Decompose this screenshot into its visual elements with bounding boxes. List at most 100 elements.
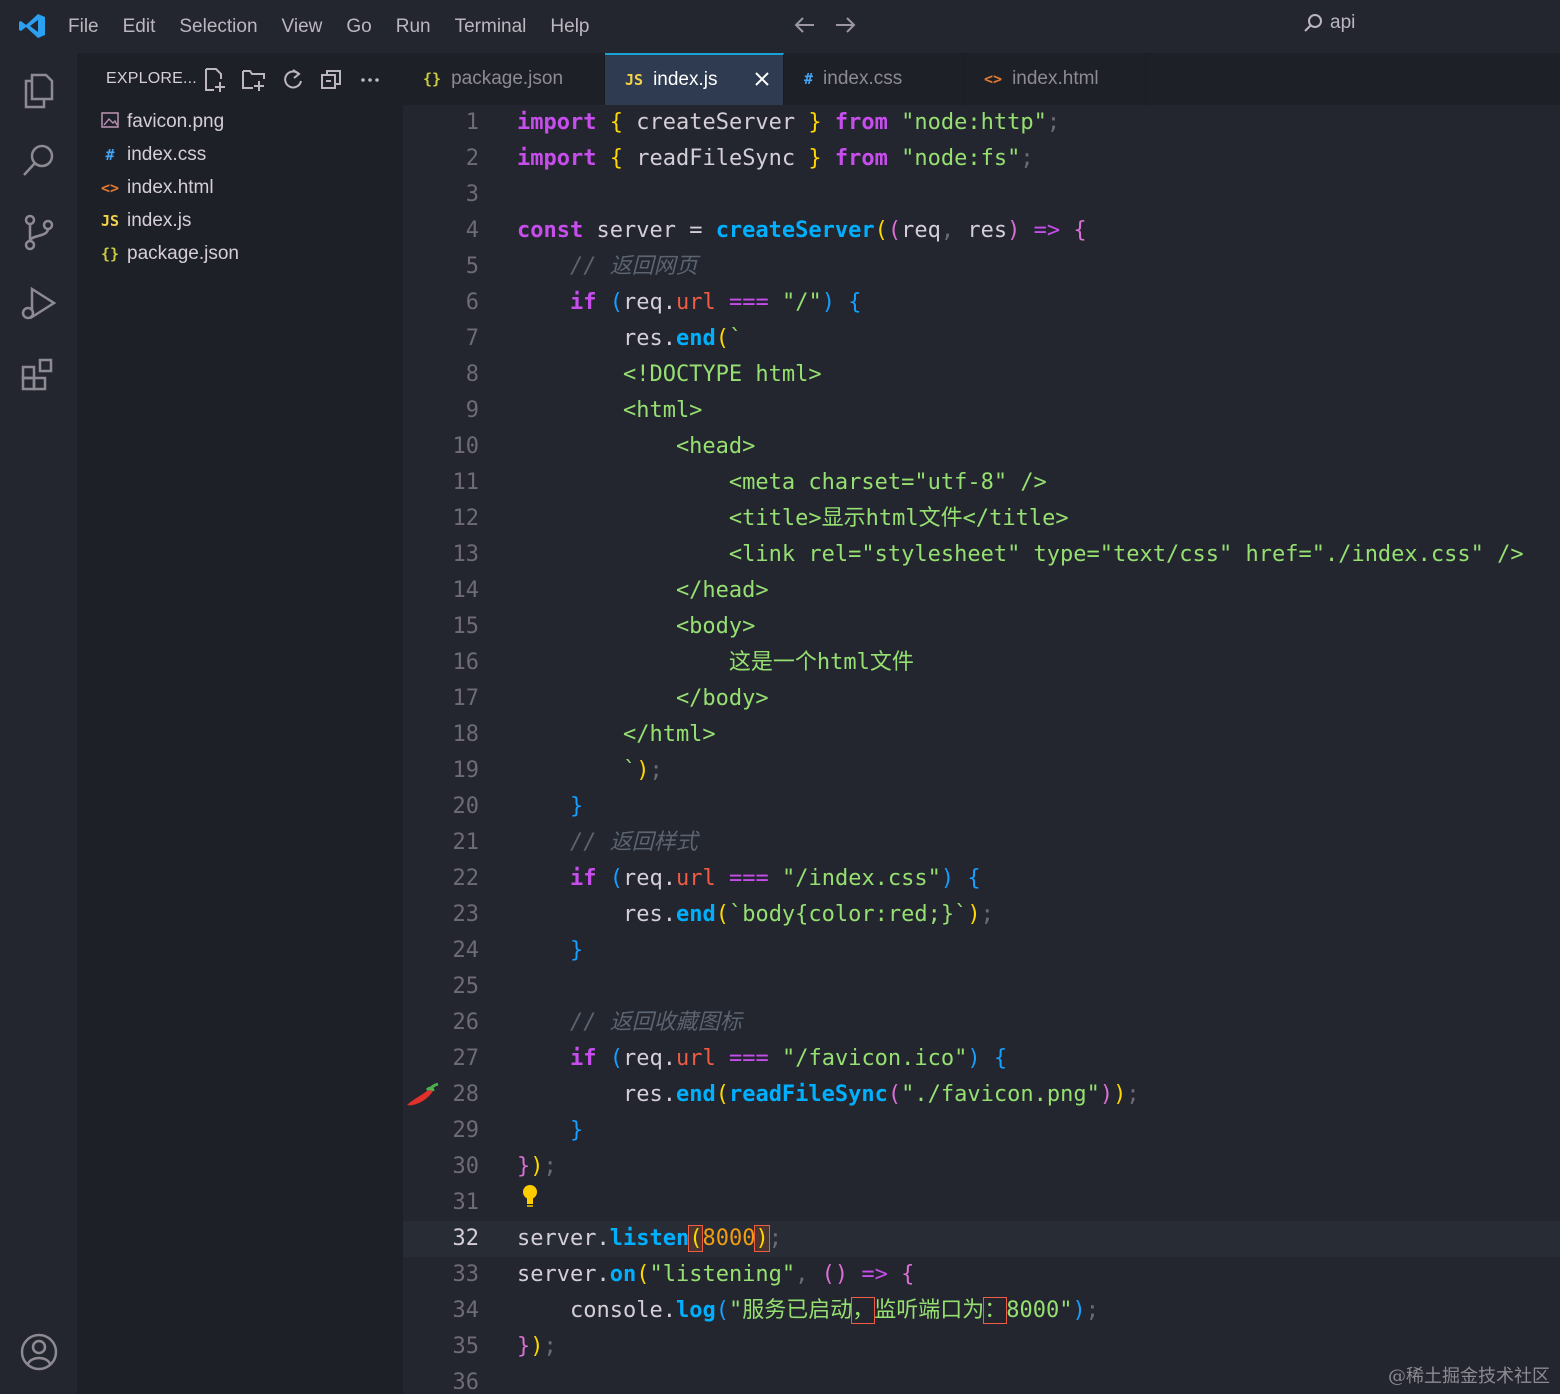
code-line[interactable]: 4 const server = createServer((req, res) … <box>403 213 1560 249</box>
menu-item-file[interactable]: File <box>56 16 111 38</box>
line-number: 3 <box>465 182 479 207</box>
code-text: `); <box>517 758 663 783</box>
code-line[interactable]: 5 // 返回网页 <box>403 249 1560 285</box>
line-number: 30 <box>452 1154 480 1179</box>
code-line[interactable]: 27 if (req.url === "/favicon.ico") { <box>403 1041 1560 1077</box>
menu-item-terminal[interactable]: Terminal <box>443 16 539 38</box>
menu-item-edit[interactable]: Edit <box>111 16 168 38</box>
code-line[interactable]: 28 res.end(readFileSync("./favicon.png")… <box>403 1077 1560 1113</box>
code-line[interactable]: 18 </html> <box>403 717 1560 753</box>
code-line[interactable]: 1 import { createServer } from "node:http… <box>403 105 1560 141</box>
code-line[interactable]: 32 server.listen(8000); <box>403 1221 1560 1257</box>
explorer-actions <box>201 66 384 93</box>
code-text: </head> <box>517 578 769 603</box>
pepper-breakpoint-icon[interactable] <box>403 1081 441 1109</box>
code-line[interactable]: 17 </body> <box>403 681 1560 717</box>
line-number: 21 <box>452 830 480 855</box>
code-line[interactable]: 22 if (req.url === "/index.css") { <box>403 861 1560 897</box>
source-control-icon[interactable] <box>18 211 60 253</box>
line-number: 27 <box>452 1046 480 1071</box>
code-text: import { createServer } from "node:http"… <box>517 110 1061 135</box>
code-line[interactable]: 29 } <box>403 1113 1560 1149</box>
file-type-icon: {} <box>423 70 442 88</box>
tab-index-css[interactable]: # index.css <box>784 53 964 105</box>
file-name: index.js <box>127 209 192 231</box>
code-line[interactable]: 6 if (req.url === "/") { <box>403 285 1560 321</box>
code-line[interactable]: 7 res.end(` <box>403 321 1560 357</box>
code-line[interactable]: 36 <box>403 1365 1560 1394</box>
code-line[interactable]: 3 <box>403 177 1560 213</box>
code-line[interactable]: 24 } <box>403 933 1560 969</box>
code-line[interactable]: 13 <link rel="stylesheet" type="text/css… <box>403 537 1560 573</box>
code-line[interactable]: 19 `); <box>403 753 1560 789</box>
tab-package-json[interactable]: {} package.json <box>403 53 605 105</box>
code-line[interactable]: 21 // 返回样式 <box>403 825 1560 861</box>
code-text: import { readFileSync } from "node:fs"; <box>517 146 1034 171</box>
line-number: 12 <box>452 506 480 531</box>
code-line[interactable]: 35}); <box>403 1329 1560 1365</box>
lightbulb-icon[interactable] <box>521 1184 539 1208</box>
code-line[interactable]: 30}); <box>403 1149 1560 1185</box>
activity-bar <box>0 53 77 1394</box>
line-number: 2 <box>465 146 479 171</box>
code-line[interactable]: 31 <box>403 1185 1560 1221</box>
forward-arrow-icon[interactable] <box>832 12 858 38</box>
line-number: 36 <box>452 1370 480 1394</box>
run-debug-icon[interactable] <box>18 283 60 325</box>
file-item[interactable]: JS index.js <box>77 204 403 237</box>
code-line[interactable]: 16 这是一个html文件 <box>403 645 1560 681</box>
menu-item-help[interactable]: Help <box>538 16 601 38</box>
tab-index-html[interactable]: <> index.html <box>964 53 1146 105</box>
menu-item-view[interactable]: View <box>270 16 335 38</box>
code-line[interactable]: 25 <box>403 969 1560 1005</box>
file-item[interactable]: # index.css <box>77 138 403 171</box>
line-number: 10 <box>452 434 480 459</box>
line-number: 35 <box>452 1334 480 1359</box>
code-line[interactable]: 20 } <box>403 789 1560 825</box>
code-line[interactable]: 12 <title>显示html文件</title> <box>403 501 1560 537</box>
navigation-arrows <box>792 12 858 38</box>
code-line[interactable]: 2 import { readFileSync } from "node:fs"; <box>403 141 1560 177</box>
file-name: index.css <box>127 143 207 165</box>
menu-item-run[interactable]: Run <box>384 16 443 38</box>
code-line[interactable]: 14 </head> <box>403 573 1560 609</box>
watermark: @稀土掘金技术社区 <box>1388 1366 1550 1387</box>
code-line[interactable]: 33 server.on("listening", () => { <box>403 1257 1560 1293</box>
tab-index-js[interactable]: JS index.js <box>605 53 784 105</box>
code-text: res.end(readFileSync("./favicon.png")); <box>517 1082 1140 1107</box>
explorer-sidebar: EXPLORE... favicon.png # index.css <> index.… <box>77 53 403 1394</box>
code-line[interactable]: 34 console.log("服务已启动，监听端口为：8000"); <box>403 1293 1560 1329</box>
image-icon <box>99 111 121 132</box>
new-file-icon[interactable] <box>201 66 228 93</box>
command-center[interactable]: api <box>1302 12 1355 34</box>
new-folder-icon[interactable] <box>240 66 267 93</box>
code-line[interactable]: 23 res.end(`body{color:red;}`); <box>403 897 1560 933</box>
menu-item-go[interactable]: Go <box>334 16 383 38</box>
code-text: server.listen(8000); <box>517 1225 782 1252</box>
more-actions-icon[interactable] <box>357 66 384 93</box>
code-line[interactable]: 10 <head> <box>403 429 1560 465</box>
explorer-files-icon[interactable] <box>18 69 60 111</box>
vscode-logo-icon <box>19 14 45 38</box>
code-text: }); <box>517 1334 557 1359</box>
code-line[interactable]: 15 <body> <box>403 609 1560 645</box>
search-icon[interactable] <box>18 139 60 181</box>
back-arrow-icon[interactable] <box>792 12 818 38</box>
menu-item-selection[interactable]: Selection <box>167 16 269 38</box>
code-line[interactable]: 11 <meta charset="utf-8" /> <box>403 465 1560 501</box>
file-item[interactable]: favicon.png <box>77 105 403 138</box>
line-number: 5 <box>465 254 479 279</box>
code-line[interactable]: 8 <!DOCTYPE html> <box>403 357 1560 393</box>
file-item[interactable]: {} package.json <box>77 237 403 270</box>
code-line[interactable]: 26 // 返回收藏图标 <box>403 1005 1560 1041</box>
code-text: 这是一个html文件 <box>517 650 914 675</box>
collapse-all-icon[interactable] <box>318 66 345 93</box>
account-icon[interactable] <box>18 1331 60 1373</box>
code-editor[interactable]: 36 35}); 34 console.log("服务已启动，监听端口为：8000"… <box>403 105 1560 1394</box>
close-icon[interactable] <box>751 68 773 90</box>
extensions-icon[interactable] <box>18 355 60 397</box>
code-line[interactable]: 9 <html> <box>403 393 1560 429</box>
line-number: 19 <box>452 758 480 783</box>
refresh-icon[interactable] <box>279 66 306 93</box>
file-item[interactable]: <> index.html <box>77 171 403 204</box>
